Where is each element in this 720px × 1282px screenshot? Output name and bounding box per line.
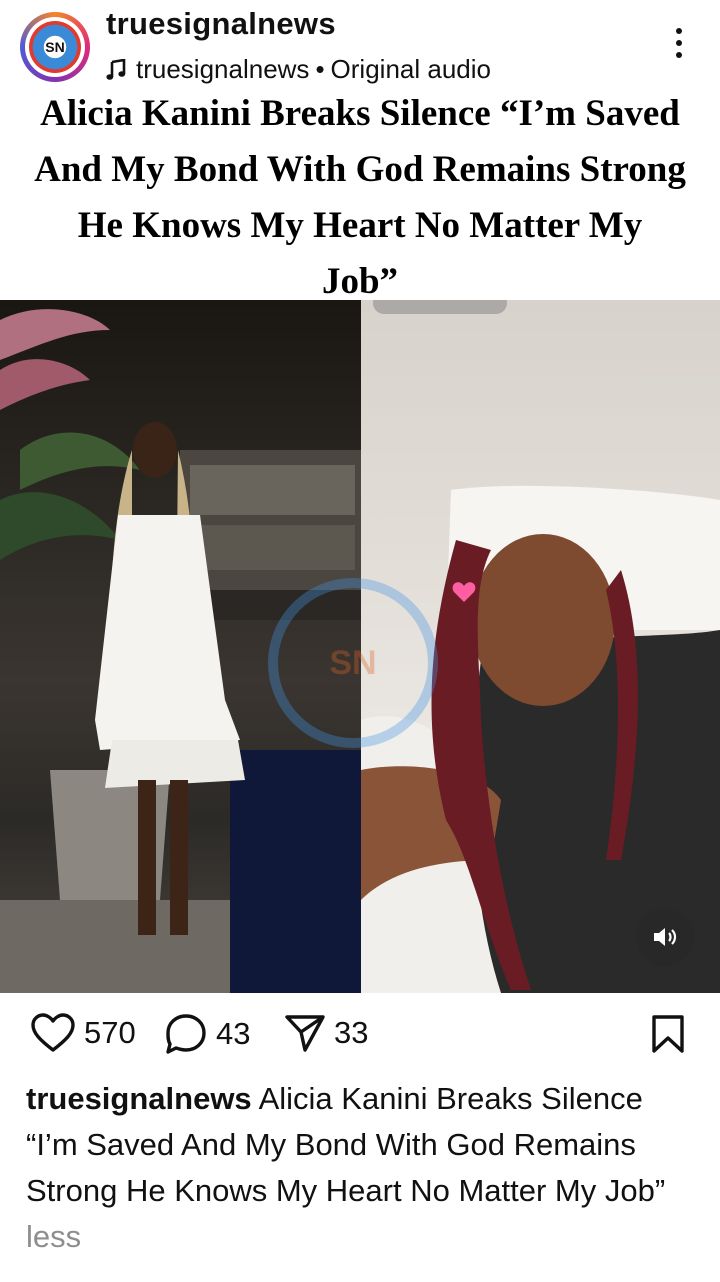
comment-icon (166, 1014, 206, 1054)
volume-button[interactable] (636, 908, 694, 966)
watermark-logo: SN (268, 578, 438, 748)
post-headline: Alicia Kanini Breaks Silence “I’m Saved … (0, 92, 720, 302)
avatar-logo-text: SN (45, 39, 65, 55)
headline-line-2: And My Bond With God Remains Strong (34, 149, 686, 190)
audio-attribution[interactable]: truesignalnews • Original audio (106, 54, 491, 85)
headline-line-1: Alicia Kanini Breaks Silence “I’m Saved (40, 93, 680, 134)
caption-less-link[interactable]: less (26, 1219, 81, 1254)
avatar-logo: SN (29, 21, 81, 73)
heart-icon (31, 1013, 75, 1052)
share-count: 33 (334, 1015, 369, 1050)
bookmark-button[interactable] (650, 1014, 686, 1059)
share-icon (285, 1015, 325, 1052)
audio-user: truesignalnews (136, 54, 310, 84)
audio-label: Original audio (330, 54, 491, 84)
audio-separator: • (315, 54, 325, 84)
headline-line-3: He Knows My Heart No Matter My (77, 205, 643, 246)
music-note-icon (106, 58, 126, 80)
comment-count: 43 (216, 1016, 251, 1051)
caption-username[interactable]: truesignalnews (26, 1081, 252, 1116)
like-count: 570 (84, 1015, 136, 1050)
post-username[interactable]: truesignalnews (106, 6, 336, 42)
volume-icon (654, 928, 677, 946)
comment-action[interactable]: 43 (164, 1012, 250, 1056)
watermark-text: SN (329, 644, 377, 682)
headline-line-4: Job” (321, 261, 399, 302)
post-caption: truesignalnews Alicia Kanini Breaks Sile… (26, 1076, 696, 1260)
bookmark-icon (652, 1015, 684, 1053)
avatar[interactable]: SN (20, 12, 90, 82)
like-action[interactable]: 570 (30, 1012, 136, 1054)
action-bar: 570 43 33 (0, 1000, 720, 1070)
post-header: SN truesignalnews truesignalnews • Origi… (0, 0, 720, 92)
more-options-icon[interactable] (668, 28, 690, 64)
share-action[interactable]: 33 (284, 1012, 368, 1054)
